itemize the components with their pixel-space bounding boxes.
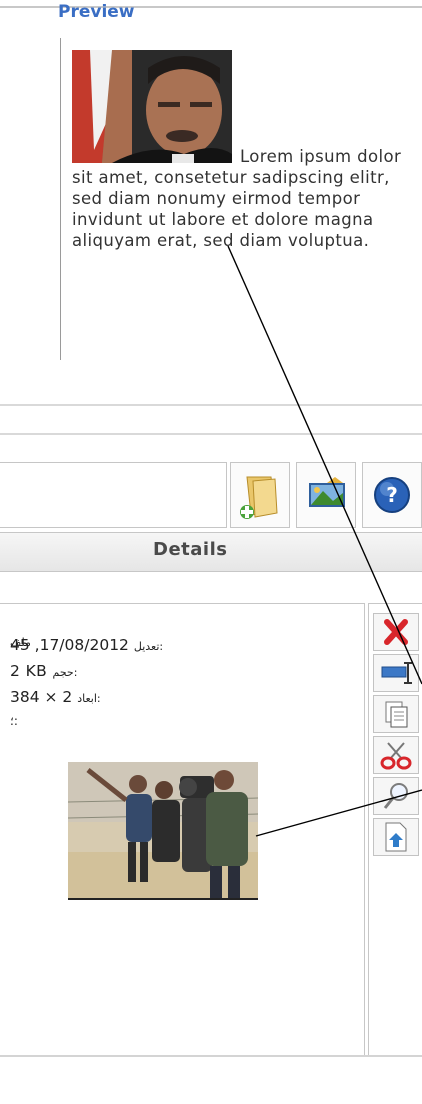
- svg-text:?: ?: [386, 483, 398, 507]
- details-title: Details: [153, 539, 228, 560]
- upload-button[interactable]: [373, 818, 419, 856]
- size-line: 2 KB حجم:: [10, 662, 78, 680]
- copy-icon: [385, 701, 408, 728]
- preview-text: Lorem ipsum dolor sit amet, consetetur s…: [72, 147, 402, 250]
- help-button[interactable]: ?: [362, 462, 422, 528]
- extra-line: ؛:: [10, 714, 18, 728]
- dims-line: 384 × 2 ابعاد:: [10, 688, 101, 706]
- copy-button[interactable]: [373, 695, 419, 733]
- blockquote-rule: [60, 38, 61, 360]
- cut-icon: [380, 742, 412, 770]
- photo-thumbnail[interactable]: [68, 762, 258, 900]
- delete-button[interactable]: [373, 613, 419, 651]
- upload-icon: [385, 822, 407, 852]
- insert-image-button[interactable]: [296, 462, 356, 528]
- divider: [0, 404, 422, 406]
- rename-icon: [381, 662, 412, 684]
- zoom-icon: [383, 783, 408, 809]
- add-folder-icon: [240, 476, 278, 519]
- path-field[interactable]: [0, 462, 227, 528]
- preview-heading: Preview: [58, 2, 135, 22]
- help-icon: ?: [374, 477, 410, 513]
- add-folder-button[interactable]: [230, 462, 290, 528]
- modified-line: 45 ,17/08/2012 تعديل:: [10, 636, 164, 654]
- divider: [0, 433, 422, 435]
- delete-icon: [384, 619, 408, 645]
- rename-button[interactable]: [373, 654, 419, 692]
- zoom-button[interactable]: [373, 777, 419, 815]
- divider: [0, 1055, 422, 1057]
- cut-button[interactable]: [373, 736, 419, 774]
- insert-image-icon: [309, 477, 345, 507]
